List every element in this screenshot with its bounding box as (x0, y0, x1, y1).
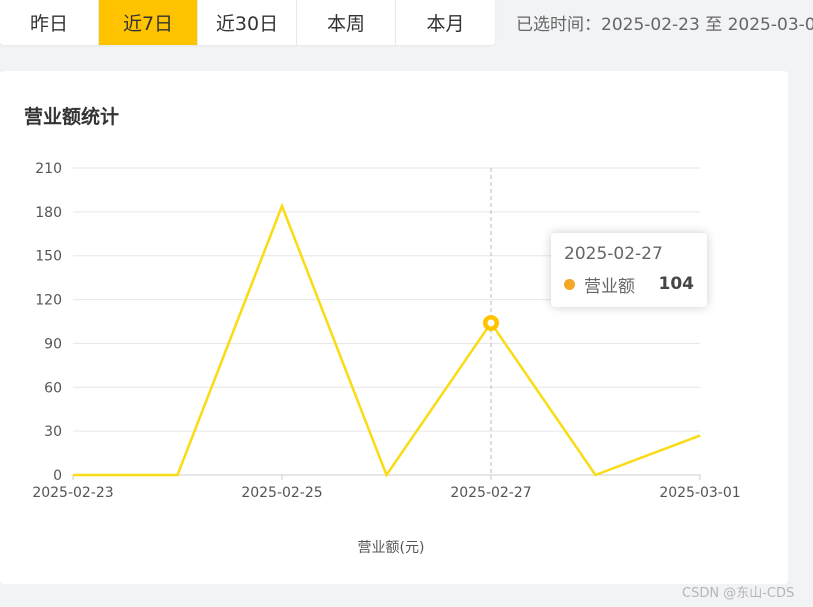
date-range-tabs: 昨日 近7日 近30日 本周 本月 (0, 0, 495, 45)
y-tick-label: 210 (35, 161, 62, 177)
tab-last-7-days[interactable]: 近7日 (99, 0, 198, 45)
tooltip-value: 104 (658, 274, 695, 294)
y-tick-label: 0 (53, 468, 62, 484)
tooltip-series-name: 营业额 (584, 276, 635, 297)
x-tick-label: 2025-02-23 (32, 485, 113, 501)
selected-range-text: 已选时间：2025-02-23 至 2025-03-01 (516, 15, 813, 35)
y-tick-label: 120 (35, 293, 62, 309)
y-tick-label: 30 (44, 424, 62, 440)
chart-tooltip: 2025-02-27 营业额 104 (551, 233, 707, 307)
revenue-line-chart: 0 30 60 90 120 150 180 210 2025-02-23 2025-02-25 2… (32, 161, 740, 556)
tab-this-month[interactable]: 本月 (396, 0, 495, 45)
x-tick-label: 2025-02-25 (241, 485, 322, 501)
y-tick-label: 180 (35, 205, 62, 221)
x-axis-title: 营业额(元) (358, 540, 425, 556)
tab-last-30-days[interactable]: 近30日 (198, 0, 297, 45)
watermark: CSDN @东山-CDS (682, 586, 795, 601)
x-tick-label: 2025-02-27 (450, 485, 531, 501)
x-tick-label: 2025-03-01 (659, 485, 740, 501)
series-dot-icon (564, 278, 575, 290)
y-tick-label: 150 (35, 249, 62, 265)
y-tick-label: 60 (44, 380, 62, 396)
tab-yesterday[interactable]: 昨日 (0, 0, 99, 45)
tooltip-row: 营业额 104 (564, 273, 695, 297)
highlight-point-center (487, 319, 495, 327)
tooltip-date: 2025-02-27 (564, 244, 663, 264)
y-tick-label: 90 (44, 336, 62, 352)
tab-this-week[interactable]: 本周 (297, 0, 396, 45)
